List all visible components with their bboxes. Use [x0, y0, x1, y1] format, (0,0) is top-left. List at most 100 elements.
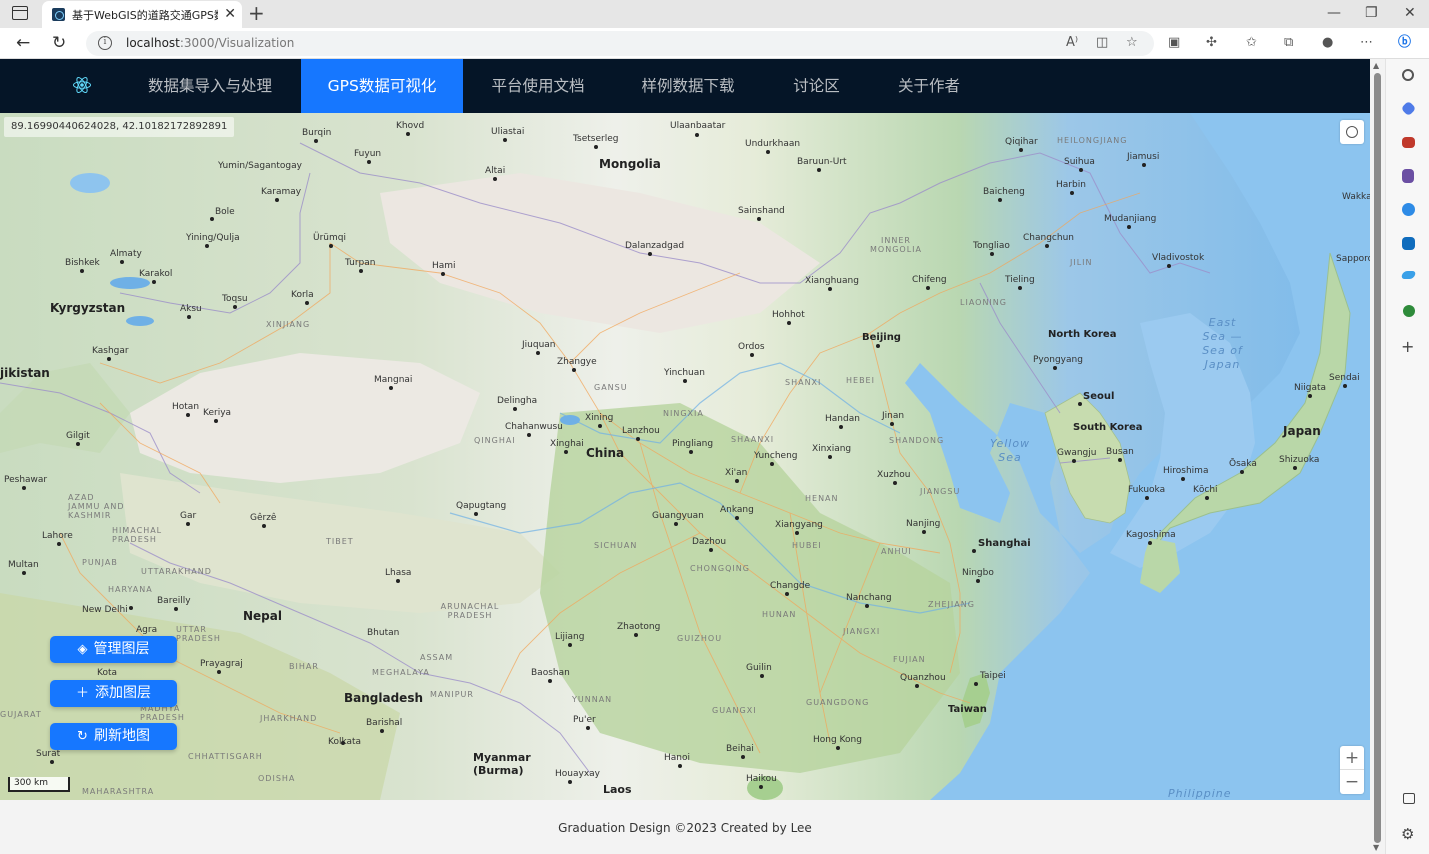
city-dot [186, 522, 190, 526]
city-dot [1072, 459, 1076, 463]
city-dot [926, 286, 930, 290]
map-canvas[interactable]: Burqin Khovd Uliastai Ulaanbaatar Tsetse… [0, 113, 1370, 800]
settings-icon[interactable]: ⚙ [1401, 826, 1417, 842]
nav-item-data-import[interactable]: 数据集导入与处理 [120, 59, 300, 113]
add-layer-button[interactable]: ＋ 添加图层 [50, 680, 177, 707]
city-dot [683, 379, 687, 383]
read-aloud-icon[interactable]: A⁾ [1066, 34, 1078, 52]
label-jiuquan: Jiuquan [522, 340, 556, 350]
label-taipei: Taipei [980, 671, 1006, 681]
city-dot [233, 305, 237, 309]
label-shanxi: SHANXI [785, 378, 822, 387]
label-dalanzadgad: Dalanzadgad [625, 241, 685, 251]
reader-view-icon[interactable]: ◫ [1096, 34, 1108, 52]
label-haikou: Haikou [746, 774, 777, 784]
nav-item-sample-download[interactable]: 样例数据下载 [613, 59, 763, 113]
city-dot [828, 455, 832, 459]
nav-item-about-author[interactable]: 关于作者 [870, 59, 988, 113]
send-icon[interactable] [1400, 271, 1417, 279]
minimize-icon[interactable]: — [1327, 4, 1341, 22]
label-philippine-sea: Philippine [1168, 787, 1232, 800]
reset-north-icon[interactable] [1340, 120, 1364, 144]
favorites-icon[interactable]: ✩ [1246, 34, 1257, 52]
label-surat: Surat [36, 749, 61, 759]
label-manipur: MANIPUR [430, 690, 474, 699]
zoom-out-button[interactable]: − [1340, 770, 1364, 794]
city-dot [890, 422, 894, 426]
city-dot [1127, 225, 1131, 229]
label-fukuoka: Fukuoka [1128, 485, 1166, 495]
tab-close-icon[interactable]: ✕ [224, 5, 236, 23]
city-dot [760, 674, 764, 678]
search-icon[interactable] [1402, 69, 1414, 81]
label-new-delhi: New Delhi [82, 605, 128, 615]
label-hong-kong: Hong Kong [813, 735, 862, 745]
city-dot [1343, 384, 1347, 388]
label-xianghuang: Xianghuang [805, 276, 859, 286]
extension-icon[interactable]: ▣ [1168, 34, 1180, 52]
nav-item-docs[interactable]: 平台使用文档 [463, 59, 613, 113]
label-chongqing: CHONGQING [690, 564, 750, 573]
back-icon[interactable]: ← [16, 33, 30, 53]
label-kyrgyzstan: Kyrgyzstan [50, 301, 126, 315]
tab-actions-icon[interactable] [12, 6, 28, 20]
city-dot [474, 512, 478, 516]
label-hubei: HUBEI [792, 541, 822, 550]
label-houayxay: Houayxay [555, 769, 600, 779]
hide-sidebar-icon[interactable] [1403, 793, 1415, 804]
city-dot [329, 244, 333, 248]
add-sidebar-icon[interactable]: + [1401, 339, 1417, 355]
more-options-icon[interactable]: ⋯ [1360, 34, 1373, 52]
tree-icon[interactable] [1403, 305, 1415, 317]
zoom-in-button[interactable]: + [1340, 746, 1364, 770]
city-dot [1019, 148, 1023, 152]
url-path: :3000/Visualization [179, 36, 295, 50]
site-info-icon[interactable]: i [98, 36, 112, 50]
label-ankang: Ankang [720, 505, 754, 515]
url-field[interactable]: i localhost:3000/Visualization [86, 31, 1154, 56]
city-dot [976, 579, 980, 583]
games-icon[interactable] [1402, 169, 1414, 183]
city-dot [865, 604, 869, 608]
nav-item-gps-visualization[interactable]: GPS数据可视化 [301, 59, 463, 113]
extensions-puzzle-icon[interactable]: ✣ [1206, 34, 1217, 52]
reload-icon[interactable]: ↻ [52, 33, 66, 53]
tools-icon[interactable] [1402, 137, 1415, 148]
label-hunan: HUNAN [762, 610, 797, 619]
outlook-icon[interactable] [1402, 237, 1415, 250]
scroll-down-icon[interactable]: ▼ [1373, 843, 1379, 852]
label-uttarakhand: UTTARAKHAND [141, 567, 212, 576]
scroll-thumb[interactable] [1374, 73, 1381, 843]
browser-tab[interactable]: 基于WebGIS的道路交通GPS数据 ✕ [42, 1, 242, 28]
refresh-map-button[interactable]: ↻ 刷新地图 [50, 723, 177, 750]
shopping-icon[interactable] [1400, 100, 1417, 117]
city-dot [129, 606, 133, 610]
manage-layers-button[interactable]: ◈ 管理图层 [50, 636, 177, 663]
scroll-up-icon[interactable]: ▲ [1373, 61, 1379, 70]
nav-item-discussion[interactable]: 讨论区 [763, 59, 870, 113]
label-chhattisgarh: CHHATTISGARH [188, 752, 263, 761]
zaysan-lake [70, 173, 110, 193]
city-dot [1145, 496, 1149, 500]
microsoft-365-icon[interactable] [1402, 203, 1415, 216]
profile-icon[interactable]: ● [1322, 34, 1333, 52]
page-scrollbar[interactable]: ▲ ▼ [1370, 59, 1385, 854]
city-dot [795, 531, 799, 535]
city-dot [1118, 458, 1122, 462]
collections-icon[interactable]: ⧉ [1284, 34, 1293, 52]
city-dot [214, 419, 218, 423]
city-dot [22, 571, 26, 575]
label-myanmar: Myanmar (Burma) [473, 751, 531, 777]
city-dot [915, 684, 919, 688]
close-window-icon[interactable]: ✕ [1404, 4, 1416, 22]
city-dot [341, 741, 345, 745]
label-tsetserleg: Tsetserleg [573, 134, 619, 144]
new-tab-icon[interactable]: + [248, 2, 265, 24]
label-kota: Kota [97, 668, 118, 678]
add-favorite-icon[interactable]: ☆ [1126, 34, 1138, 52]
restore-icon[interactable]: ❐ [1365, 4, 1378, 22]
label-henan: HENAN [805, 494, 839, 503]
label-haryana: HARYANA [108, 585, 153, 594]
copilot-icon[interactable]: ⓑ [1398, 34, 1411, 52]
city-dot [828, 287, 832, 291]
